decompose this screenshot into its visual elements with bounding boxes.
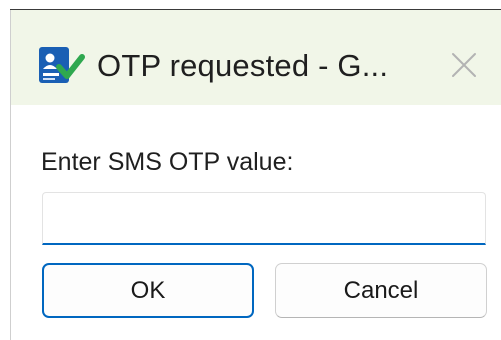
close-icon [452, 53, 476, 77]
screen: OTP requested - G... Enter SMS OTP value… [0, 0, 501, 340]
otp-input[interactable] [42, 192, 486, 245]
contact-sign-check-icon [37, 45, 85, 87]
otp-dialog-window: OTP requested - G... Enter SMS OTP value… [10, 10, 501, 340]
dialog-body: Enter SMS OTP value: OK Cancel [11, 105, 501, 340]
ok-button[interactable]: OK [42, 263, 254, 318]
otp-prompt-label: Enter SMS OTP value: [41, 148, 294, 176]
title-bar[interactable]: OTP requested - G... [11, 10, 501, 105]
window-title: OTP requested - G... [97, 48, 389, 83]
cancel-button[interactable]: Cancel [275, 263, 487, 318]
close-button[interactable] [447, 48, 481, 82]
